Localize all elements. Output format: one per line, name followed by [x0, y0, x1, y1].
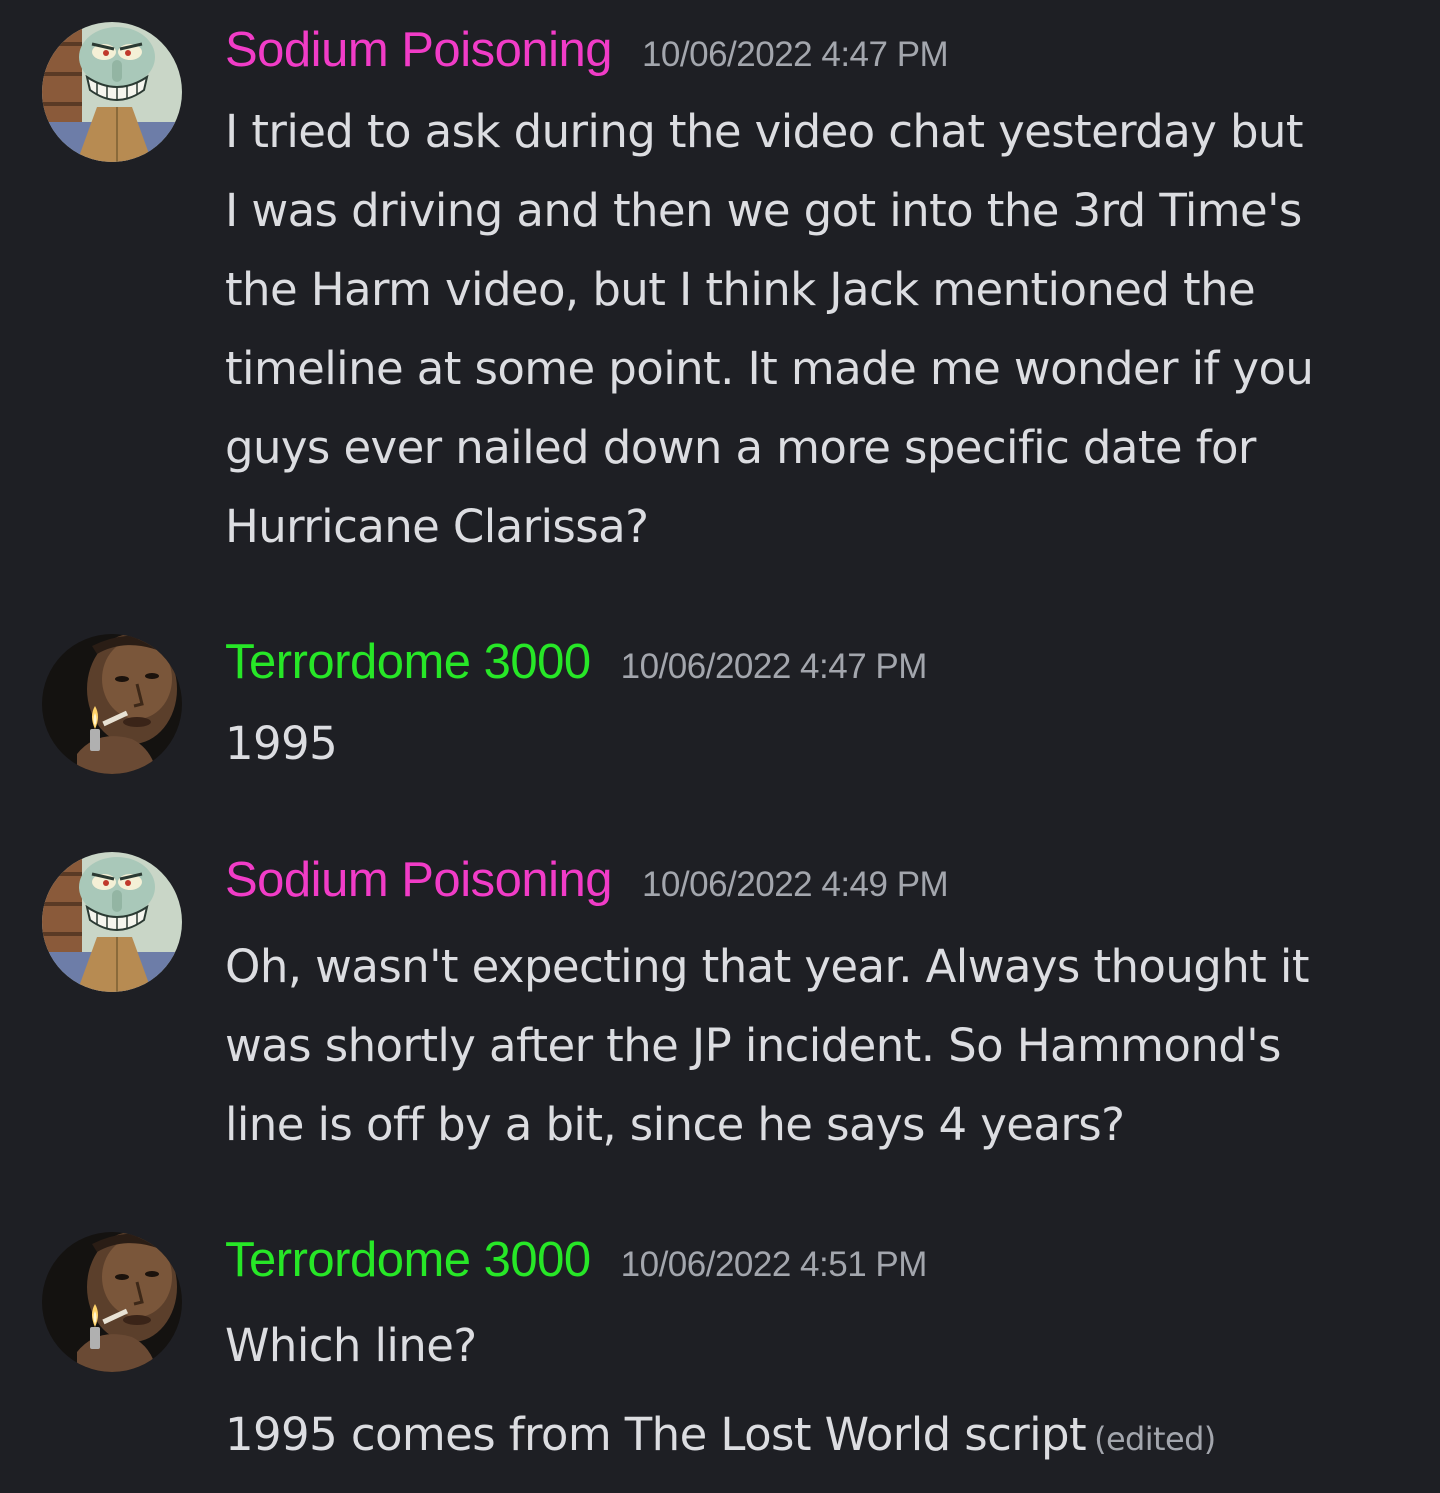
message-line: I tried to ask during the video chat yes…	[225, 105, 1303, 158]
message-header: Terrordome 3000 10/06/2022 4:47 PM	[225, 634, 927, 704]
squidward-avatar[interactable]	[42, 22, 182, 162]
message-header: Sodium Poisoning 10/06/2022 4:47 PM	[225, 22, 949, 92]
smoking-man-avatar[interactable]	[42, 634, 182, 774]
message-header: Terrordome 3000 10/06/2022 4:51 PM	[225, 1232, 927, 1302]
edited-label: (edited)	[1094, 1420, 1216, 1458]
message-line: 1995 comes from The Lost World script (ed…	[225, 1395, 1415, 1479]
smoking-man-avatar[interactable]	[42, 1232, 182, 1372]
chat-message-list: Sodium Poisoning 10/06/2022 4:47 PM I tr…	[0, 0, 1440, 1493]
message-line: guys ever nailed down a more specific da…	[225, 421, 1256, 474]
message-line: timeline at some point. It made me wonde…	[225, 342, 1314, 395]
squidward-avatar[interactable]	[42, 852, 182, 992]
message-line: I was driving and then we got into the 3…	[225, 184, 1302, 237]
author-name[interactable]: Terrordome 3000	[225, 1232, 591, 1288]
message-timestamp: 10/06/2022 4:51 PM	[620, 1245, 928, 1284]
message-line: was shortly after the JP incident. So Ha…	[225, 1019, 1281, 1072]
message-timestamp: 10/06/2022 4:47 PM	[641, 35, 949, 74]
message-line: Oh, wasn't expecting that year. Always t…	[225, 940, 1309, 993]
message-line: Hurricane Clarissa?	[225, 500, 649, 553]
message-header: Sodium Poisoning 10/06/2022 4:49 PM	[225, 852, 949, 922]
author-name[interactable]: Sodium Poisoning	[225, 22, 612, 78]
message-body: I tried to ask during the video chat yes…	[225, 92, 1415, 566]
message-line: Which line?	[225, 1319, 477, 1372]
author-name[interactable]: Sodium Poisoning	[225, 852, 612, 908]
message-line: the Harm video, but I think Jack mention…	[225, 263, 1256, 316]
message-body: Which line? 1995 comes from The Lost Wor…	[225, 1306, 1415, 1479]
message-line: 1995	[225, 717, 338, 770]
message-body: 1995	[225, 704, 1415, 783]
message-body: Oh, wasn't expecting that year. Always t…	[225, 927, 1415, 1164]
message-timestamp: 10/06/2022 4:49 PM	[641, 865, 949, 904]
message-line: line is off by a bit, since he says 4 ye…	[225, 1098, 1125, 1151]
message-timestamp: 10/06/2022 4:47 PM	[620, 647, 928, 686]
author-name[interactable]: Terrordome 3000	[225, 634, 591, 690]
message-line-text: 1995 comes from The Lost World script	[225, 1408, 1087, 1461]
